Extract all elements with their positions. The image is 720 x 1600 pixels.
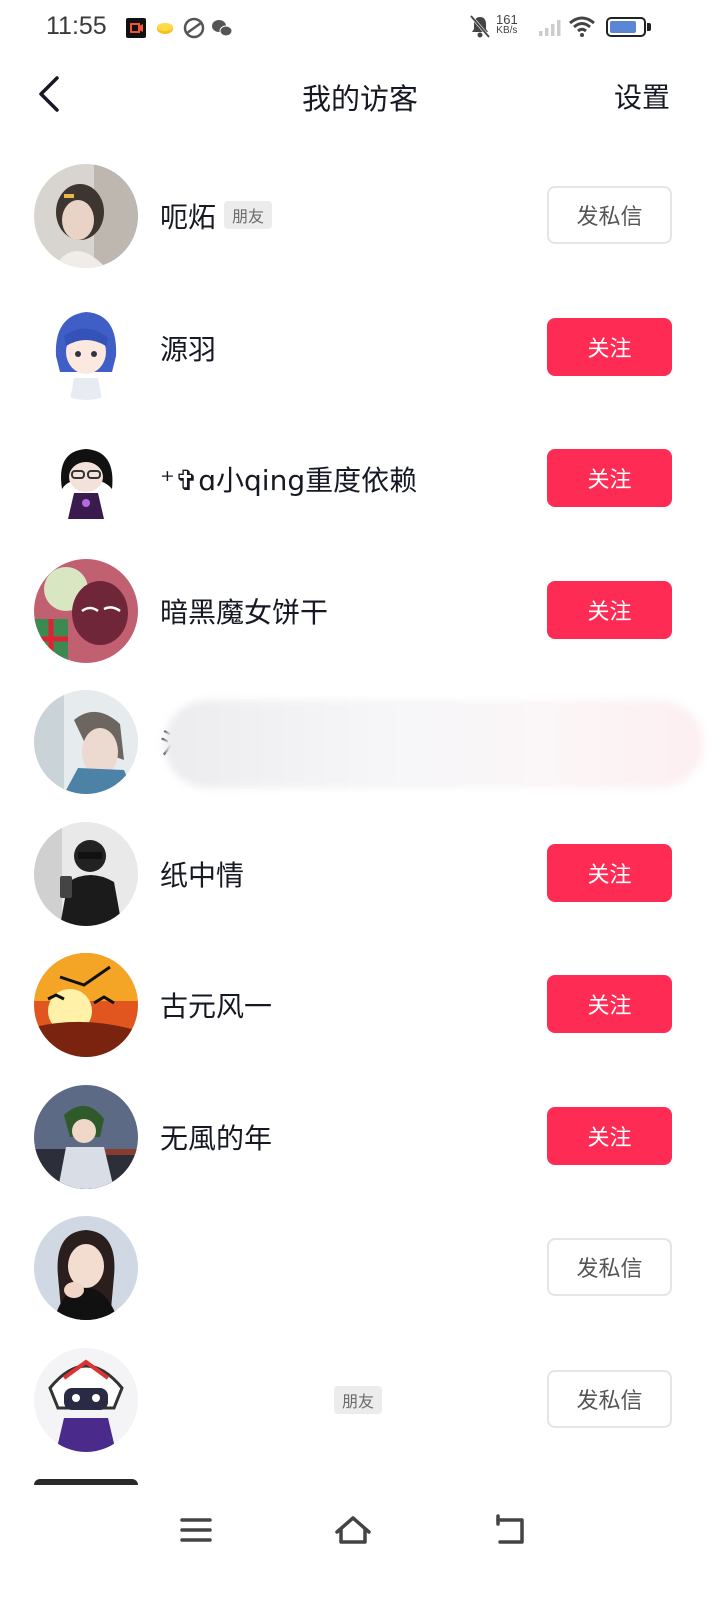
avatar[interactable] (34, 558, 138, 663)
back-nav-button[interactable] (486, 1506, 534, 1554)
status-bar: 11:55 161 KB/s (0, 0, 720, 56)
visitor-row[interactable]: 无風的年 关注 (0, 1071, 720, 1203)
avatar[interactable] (34, 1479, 138, 1485)
visitor-row[interactable]: 暗黑魔女饼干 关注 (0, 545, 720, 677)
system-nav-bar (0, 1486, 720, 1600)
battery-tip (647, 23, 651, 31)
visitor-name-text: 呃炻 (160, 201, 217, 234)
menu-button[interactable] (172, 1506, 220, 1554)
visitor-row[interactable]: 呃炻 朋友 发私信 (0, 150, 720, 282)
browser-app-icon (183, 17, 205, 39)
follow-button[interactable]: 关注 (547, 975, 672, 1033)
visitor-row[interactable]: 源羽 关注 (0, 282, 720, 414)
visitor-row-partial[interactable] (0, 1465, 720, 1485)
visitor-name: 暗黑魔女饼干 (160, 595, 329, 629)
coin-app-icon (157, 23, 173, 34)
visitor-row[interactable]: 朋友 发私信 (0, 1334, 720, 1466)
visitor-name: 纸中情 (160, 858, 245, 892)
net-speed-value: 161 (496, 12, 518, 27)
follow-button[interactable]: 关注 (547, 449, 672, 507)
settings-button[interactable]: 设置 (614, 76, 670, 116)
visitor-name: 源羽 (160, 332, 217, 366)
status-time: 11:55 (46, 12, 107, 40)
back-icon (496, 1514, 524, 1544)
network-speed: 161 KB/s (496, 12, 518, 36)
battery-icon (606, 17, 646, 37)
wechat-icon (212, 20, 233, 37)
wifi-icon (569, 16, 595, 37)
follow-button[interactable]: 关注 (547, 317, 672, 376)
avatar[interactable] (34, 295, 138, 400)
send-message-button[interactable]: 发私信 (547, 1238, 672, 1296)
visitor-name: 呃炻 朋友 (160, 196, 273, 236)
avatar[interactable] (34, 953, 138, 1057)
avatar[interactable] (34, 164, 138, 268)
avatar[interactable] (34, 427, 138, 531)
menu-icon (180, 1518, 212, 1542)
home-icon (335, 1516, 371, 1544)
visitor-name: 古元风一 (160, 990, 273, 1023)
screen-recorder-icon (126, 18, 146, 38)
avatar[interactable] (34, 1084, 138, 1189)
cellular-signal-icon (539, 20, 561, 36)
mute-bell-icon (469, 15, 491, 38)
follow-button[interactable]: 关注 (547, 580, 672, 639)
visitor-list: 呃炻 朋友 发私信 源羽 关注 ⁺✞ɑ小qing重度依赖 关注 暗黑魔女饼干 关注… (0, 150, 720, 1485)
visitor-row[interactable]: 发私信 (0, 1202, 720, 1334)
page-title: 我的访客 (301, 82, 418, 116)
battery-level-fill (610, 21, 637, 33)
visitor-row[interactable]: ⁺✞ɑ小qing重度依赖 关注 (0, 413, 720, 545)
friend-tag: 朋友 (334, 1385, 383, 1414)
home-button[interactable] (329, 1506, 377, 1554)
send-message-button[interactable]: 发私信 (547, 1369, 672, 1428)
follow-button[interactable]: 关注 (547, 843, 672, 902)
avatar[interactable] (34, 1216, 138, 1320)
header: 我的访客 设置 (0, 56, 720, 132)
avatar[interactable] (34, 821, 138, 926)
friend-tag: 朋友 (224, 201, 273, 229)
visitor-row[interactable]: 纸中情 关注 (0, 808, 720, 940)
send-message-button[interactable]: 发私信 (547, 186, 672, 244)
visitor-name: ⁺✞ɑ小qing重度依赖 (160, 464, 418, 497)
visitor-name: 无風的年 (160, 1121, 273, 1155)
follow-button[interactable]: 关注 (547, 1106, 672, 1165)
net-speed-unit: KB/s (496, 25, 518, 36)
privacy-blur-mask (164, 700, 704, 788)
avatar[interactable] (34, 1347, 138, 1452)
avatar[interactable] (34, 690, 138, 794)
visitor-row[interactable]: 古元风一 关注 (0, 939, 720, 1071)
